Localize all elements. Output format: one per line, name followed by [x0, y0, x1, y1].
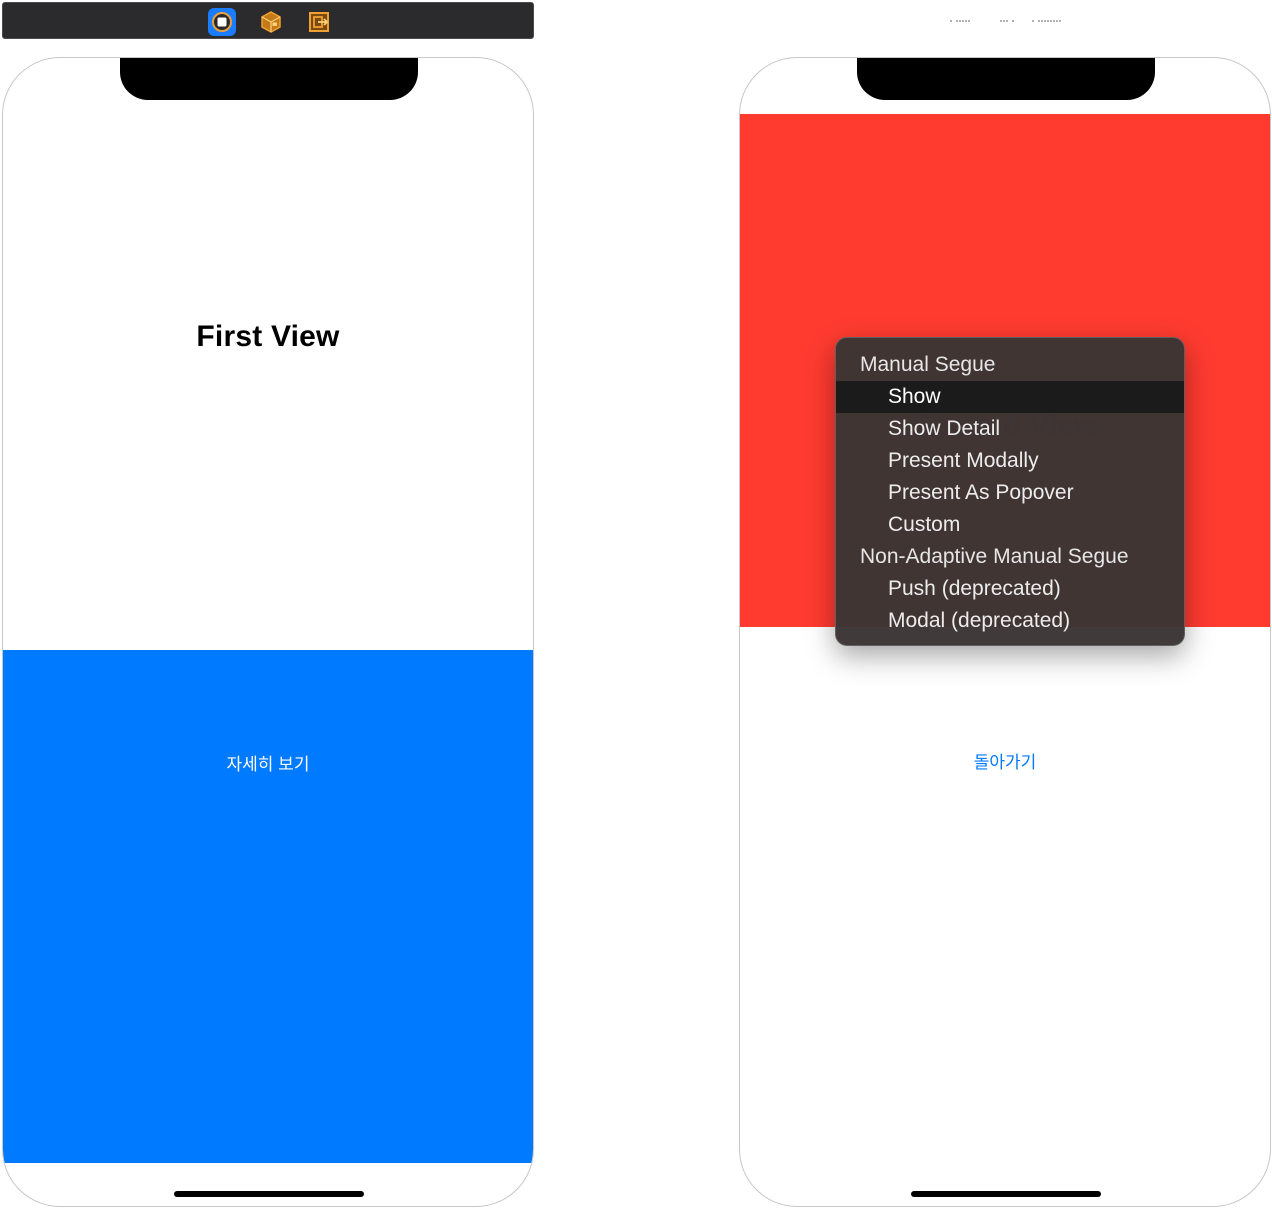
home-indicator [174, 1191, 364, 1197]
device-notch [857, 58, 1155, 100]
detail-view-button[interactable]: 자세히 보기 [3, 750, 533, 775]
exit-icon[interactable] [305, 8, 333, 36]
scene-dock-hint [950, 16, 970, 26]
segue-type-menu: Manual Segue Show Show Detail Present Mo… [835, 337, 1185, 646]
home-indicator [911, 1191, 1101, 1197]
first-responder-icon[interactable] [257, 8, 285, 36]
menu-item-push-deprecated[interactable]: Push (deprecated) [836, 573, 1184, 605]
scene-dock-hint [1000, 16, 1014, 26]
menu-item-present-as-popover[interactable]: Present As Popover [836, 477, 1184, 509]
first-view-title: First View [196, 320, 340, 353]
scene-dock-hint [1032, 16, 1061, 26]
scene-dock [2, 2, 534, 39]
menu-item-custom[interactable]: Custom [836, 509, 1184, 541]
blue-container-view: 자세히 보기 [3, 650, 533, 1163]
menu-section-manual-segue: Manual Segue [860, 353, 996, 376]
device-notch [120, 58, 418, 100]
menu-section-non-adaptive: Non-Adaptive Manual Segue [860, 545, 1129, 568]
back-button[interactable]: 돌아가기 [740, 748, 1270, 773]
menu-item-present-modally[interactable]: Present Modally [836, 445, 1184, 477]
view-controller-icon[interactable] [208, 8, 236, 36]
first-view-controller-scene[interactable]: First View 자세히 보기 [2, 57, 534, 1207]
menu-item-modal-deprecated[interactable]: Modal (deprecated) [836, 605, 1184, 637]
menu-item-show[interactable]: Show [836, 381, 1184, 413]
menu-item-show-detail[interactable]: Show Detail [836, 413, 1184, 445]
